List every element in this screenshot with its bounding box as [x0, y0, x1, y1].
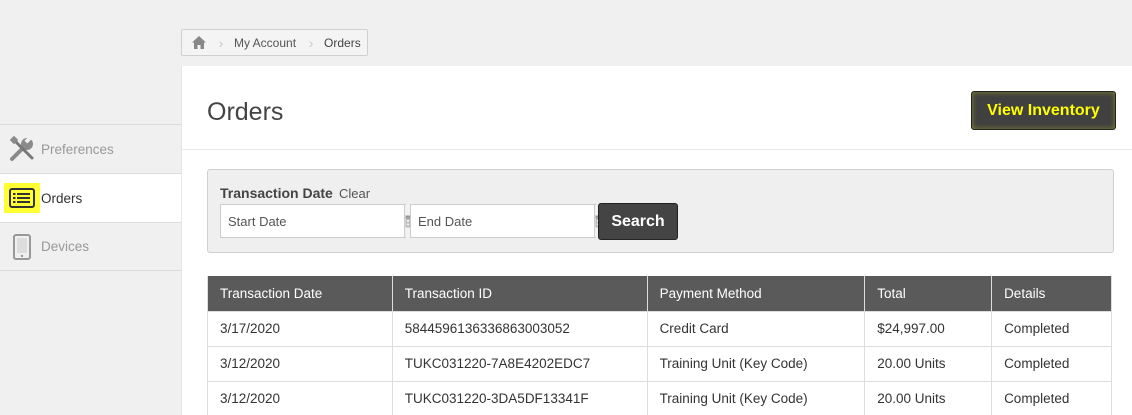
table-cell: 20.00 Units [864, 345, 993, 382]
chevron-right-icon: › [218, 34, 224, 51]
table-cell: 5844596136336863003052 [391, 310, 648, 347]
home-icon[interactable] [182, 30, 216, 55]
table-cell: Completed [991, 380, 1112, 415]
orders-table: Transaction Date Transaction ID Payment … [207, 276, 1112, 415]
column-header[interactable]: Payment Method [646, 276, 866, 312]
list-icon [4, 183, 40, 213]
page-title: Orders [207, 98, 284, 126]
table-cell: TUKC031220-3DA5DF13341F [391, 380, 648, 415]
table-cell: 20.00 Units [864, 380, 993, 415]
sidebar-item-label: Preferences [41, 141, 114, 157]
chevron-right-icon: › [308, 34, 314, 51]
table-header-row: Transaction Date Transaction ID Payment … [207, 276, 1112, 312]
table-cell: TUKC031220-7A8E4202EDC7 [391, 345, 648, 382]
table-cell: 3/12/2020 [207, 380, 393, 415]
clear-link[interactable]: Clear [339, 186, 370, 201]
table-cell: 3/17/2020 [207, 310, 393, 347]
column-header[interactable]: Details [991, 276, 1112, 312]
sidebar: Preferences Orders Devices [0, 124, 181, 271]
sidebar-item-devices[interactable]: Devices [0, 222, 181, 271]
main-panel: Orders View Inventory Transaction Date C… [181, 66, 1132, 415]
breadcrumb-my-account[interactable]: My Account [226, 36, 306, 50]
table-cell: Credit Card [646, 310, 866, 347]
date-filter-panel: Transaction Date Clear Start Date End Da… [207, 169, 1114, 253]
end-date-field [410, 204, 609, 238]
tools-icon [4, 134, 40, 164]
table-cell: Completed [991, 310, 1112, 347]
search-button[interactable]: Search [598, 203, 678, 240]
page-root: › My Account › Orders Preferences Orders… [0, 0, 1132, 415]
sidebar-item-preferences[interactable]: Preferences [0, 124, 181, 173]
divider [182, 149, 1132, 150]
sidebar-item-orders[interactable]: Orders [0, 173, 181, 222]
table-row[interactable]: 3/12/2020 TUKC031220-3DA5DF13341F Traini… [207, 380, 1112, 415]
column-header[interactable]: Transaction Date [207, 276, 393, 312]
sidebar-item-label: Devices [41, 239, 90, 254]
table-cell: $24,997.00 [864, 310, 993, 347]
table-cell: Completed [991, 345, 1112, 382]
table-row[interactable]: 3/17/2020 5844596136336863003052 Credit … [207, 310, 1112, 347]
breadcrumb: › My Account › Orders [181, 29, 368, 56]
table-cell: 3/12/2020 [207, 345, 393, 382]
start-date-input[interactable] [221, 205, 404, 237]
table-cell: Training Unit (Key Code) [646, 345, 866, 382]
start-date-field [220, 204, 419, 238]
column-header[interactable]: Transaction ID [391, 276, 648, 312]
column-header[interactable]: Total [864, 276, 993, 312]
view-inventory-button[interactable]: View Inventory [971, 91, 1116, 130]
table-row[interactable]: 3/12/2020 TUKC031220-7A8E4202EDC7 Traini… [207, 345, 1112, 382]
breadcrumb-orders[interactable]: Orders [316, 36, 367, 50]
tablet-icon [4, 232, 40, 262]
sidebar-item-label: Orders [41, 190, 83, 206]
end-date-input[interactable] [411, 205, 594, 237]
filter-label: Transaction Date [220, 185, 333, 201]
table-cell: Training Unit (Key Code) [646, 380, 866, 415]
